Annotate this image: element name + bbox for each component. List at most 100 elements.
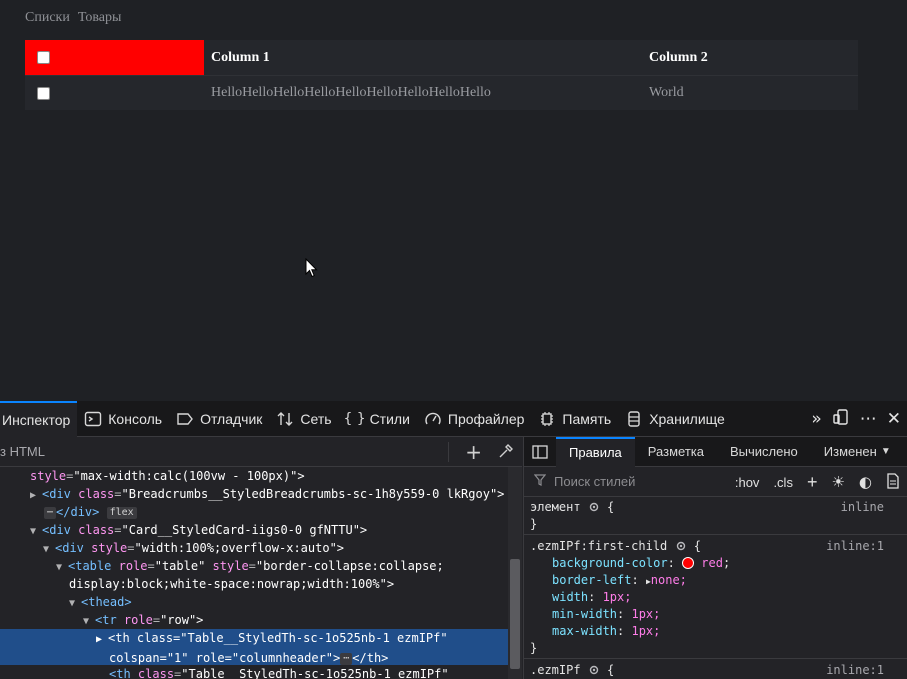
- color-swatch[interactable]: [682, 557, 695, 569]
- collapsed-content-badge[interactable]: ⋯: [44, 506, 57, 519]
- rule-divider: [524, 658, 907, 659]
- tab-console[interactable]: Консоль: [77, 401, 169, 437]
- tab-rules[interactable]: Правила: [556, 436, 635, 467]
- markup-line[interactable]: ▼ <div class="Card__StyledCard-iigs0-0 gf…: [30, 521, 367, 541]
- breadcrumb: Списки Товары: [25, 10, 121, 26]
- tab-memory[interactable]: Память: [531, 401, 618, 437]
- hover-pseudo-toggle[interactable]: :hov: [735, 475, 760, 490]
- selected-markup-node[interactable]: ▶ <th class="Table__StyledTh-sc-1o525nb-1…: [0, 629, 508, 665]
- row-checkbox[interactable]: [37, 86, 50, 100]
- collapsed-content-badge[interactable]: ⋯: [340, 652, 353, 665]
- responsive-design-icon[interactable]: [832, 408, 850, 431]
- declaration[interactable]: border-left: ▶none;: [552, 572, 687, 590]
- breadcrumb-item-products[interactable]: Товары: [78, 10, 122, 26]
- rules-filter-bar: Поиск стилей :hov .cls + ☀ ◐: [524, 467, 907, 497]
- tab-layout[interactable]: Разметка: [635, 437, 717, 467]
- tabs-dropdown-icon[interactable]: ▼: [879, 437, 893, 467]
- print-media-icon[interactable]: [886, 472, 900, 492]
- collapse-triangle-icon[interactable]: ▼: [69, 595, 81, 613]
- tab-profiler[interactable]: Профайлер: [417, 401, 532, 437]
- gear-icon[interactable]: [588, 501, 600, 513]
- console-icon: [84, 410, 102, 428]
- markup-line[interactable]: display:block;white-space:nowrap;width:1…: [69, 575, 394, 593]
- rules-tools: :hov .cls + ☀ ◐: [735, 467, 900, 497]
- table-row[interactable]: HelloHelloHelloHelloHelloHelloHelloHello…: [25, 75, 858, 110]
- tab-inspector-label: Инспектор: [2, 411, 71, 428]
- class-toggle[interactable]: .cls: [773, 475, 793, 490]
- rules-sidebar: Правила Разметка Вычислено Изменен ▼ Пои…: [523, 436, 907, 679]
- expand-triangle-icon[interactable]: ▶: [30, 487, 42, 505]
- style-search-input[interactable]: Поиск стилей: [546, 474, 635, 489]
- markup-scrollbar-thumb[interactable]: [510, 559, 520, 669]
- debugger-icon: [176, 410, 194, 428]
- tab-storage[interactable]: Хранилище: [618, 401, 732, 437]
- breadcrumb-item-lists[interactable]: Списки: [25, 10, 70, 26]
- rule-source[interactable]: inline:1: [826, 662, 884, 679]
- rule-first-child: .ezmIPf:first-child {: [530, 539, 701, 553]
- rules-list: элемент { inline } .ezmIPf:first-child {…: [524, 497, 907, 679]
- column-header-1[interactable]: Column 1: [204, 50, 642, 66]
- tab-memory-label: Память: [562, 410, 612, 427]
- declaration[interactable]: background-color: red;: [552, 555, 730, 572]
- dark-scheme-icon[interactable]: ◐: [859, 473, 872, 491]
- rule-selector: .ezmIPf:first-child: [530, 539, 668, 553]
- rule-selector: элемент: [530, 500, 581, 514]
- tab-console-label: Консоль: [108, 410, 163, 427]
- column-header-2[interactable]: Column 2: [642, 50, 858, 66]
- close-icon[interactable]: ✕: [887, 409, 901, 429]
- markup-tree: style="max-width:calc(100vw - 100px)"> ▶…: [0, 467, 508, 679]
- rule-divider: [524, 534, 907, 535]
- toggle-split-icon[interactable]: [524, 437, 556, 467]
- add-rule-icon[interactable]: +: [807, 472, 818, 493]
- markup-line[interactable]: ▼ <thead>: [69, 593, 132, 613]
- expand-triangle-icon[interactable]: ▶: [96, 631, 108, 649]
- select-all-checkbox[interactable]: [37, 51, 50, 64]
- tab-style-editor[interactable]: { } Стили: [339, 401, 417, 437]
- rule-close: }: [530, 517, 538, 531]
- flex-badge[interactable]: flex: [106, 506, 137, 519]
- markup-line[interactable]: <th class="Table__StyledTh-sc-1o525nb-1 …: [109, 665, 449, 679]
- declaration[interactable]: min-width: 1px;: [552, 606, 660, 623]
- markup-line[interactable]: style="max-width:calc(100vw - 100px)">: [30, 467, 305, 485]
- markup-line[interactable]: ▼ <table role="table" style="border-colla…: [56, 557, 444, 577]
- gear-icon[interactable]: [675, 540, 687, 552]
- tab-network[interactable]: Сеть: [269, 401, 338, 437]
- more-tabs-chevron-icon[interactable]: »: [811, 409, 821, 429]
- rule-element: элемент {: [530, 500, 615, 514]
- markup-scrollbar[interactable]: [508, 467, 522, 679]
- rule-selector: .ezmIPf: [530, 663, 581, 677]
- markup-line[interactable]: ▼ <div style="width:100%;overflow-x:auto"…: [43, 539, 344, 559]
- add-node-icon[interactable]: +: [465, 440, 482, 464]
- table-header-row: Column 1 Column 2: [25, 40, 858, 75]
- tab-changes[interactable]: Изменен: [811, 437, 879, 467]
- more-options-icon[interactable]: ⋯: [860, 409, 877, 429]
- network-icon: [276, 410, 294, 428]
- page-viewport: Списки Товары Column 1 Column 2 HelloHel…: [0, 0, 907, 401]
- markup-line[interactable]: ▶ <div class="Breadcrumbs__StyledBreadcru…: [30, 485, 504, 505]
- table-cell-col1: HelloHelloHelloHelloHelloHelloHelloHello…: [211, 85, 491, 100]
- storage-icon: [625, 410, 643, 428]
- collapse-triangle-icon[interactable]: ▼: [56, 559, 68, 577]
- memory-icon: [538, 410, 556, 428]
- declaration[interactable]: width: 1px;: [552, 589, 631, 606]
- html-search-input[interactable]: з HTML: [0, 444, 45, 459]
- rule-class: .ezmIPf {: [530, 663, 615, 677]
- rule-source[interactable]: inline: [841, 499, 884, 516]
- declaration[interactable]: max-width: 1px;: [552, 623, 660, 640]
- rule-source[interactable]: inline:1: [826, 538, 884, 555]
- collapse-triangle-icon[interactable]: ▼: [30, 523, 42, 541]
- markup-line[interactable]: ▼ <tr role="row">: [83, 611, 203, 631]
- gear-icon[interactable]: [588, 664, 600, 676]
- markup-line[interactable]: ⋯ </div> flex: [44, 503, 137, 521]
- eyedropper-icon[interactable]: [498, 440, 514, 464]
- filter-icon: [524, 474, 547, 489]
- tab-profiler-label: Профайлер: [447, 410, 525, 427]
- tab-inspector[interactable]: Инспектор: [0, 400, 78, 437]
- html-search-bar[interactable]: з HTML +: [0, 437, 522, 467]
- toolbar-divider: [448, 442, 450, 462]
- tab-debugger[interactable]: Отладчик: [169, 401, 269, 437]
- tab-computed[interactable]: Вычислено: [717, 437, 811, 467]
- tab-network-label: Сеть: [300, 410, 332, 427]
- light-scheme-icon[interactable]: ☀: [831, 473, 844, 491]
- collapse-triangle-icon[interactable]: ▼: [43, 541, 55, 559]
